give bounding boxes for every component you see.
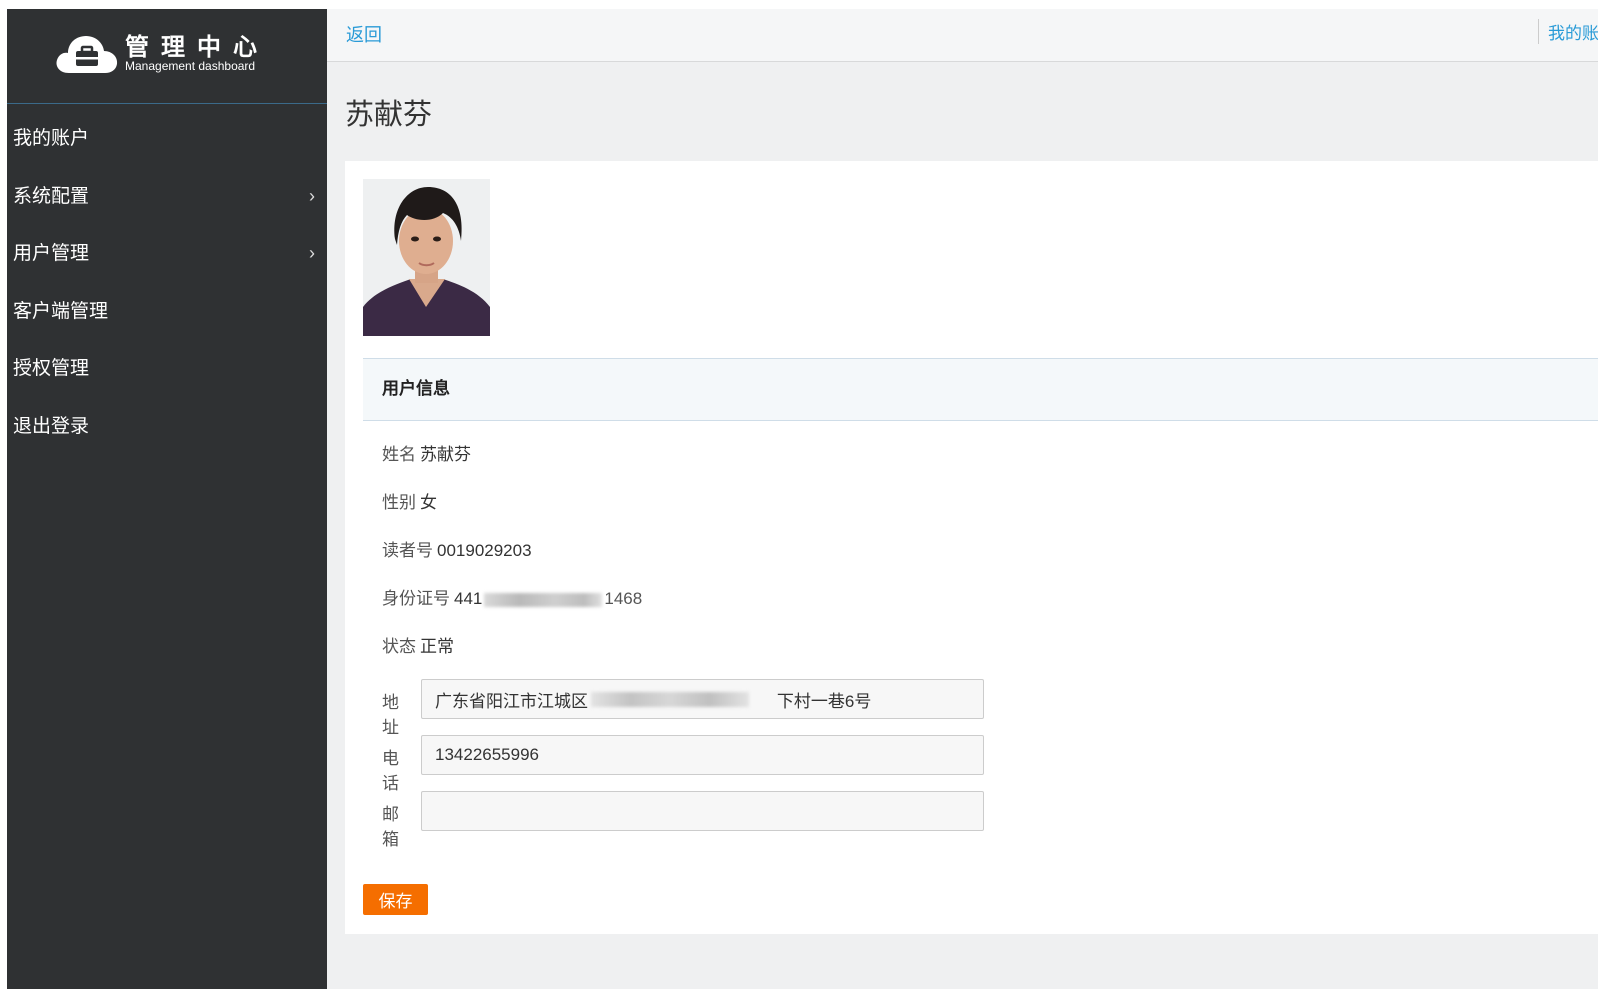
status-value: 正常 xyxy=(420,637,454,656)
brand-subtitle: Management dashboard xyxy=(125,59,256,73)
name-label: 姓名 xyxy=(382,445,416,464)
sidebar-nav: 我的账户 系统配置 › 用户管理 › 客户端管理 授权管理 退出登录 xyxy=(7,110,327,455)
sidebar-item-client-management[interactable]: 客户端管理 xyxy=(7,283,327,341)
status-label: 状态 xyxy=(382,637,416,656)
portrait-image xyxy=(363,179,490,336)
id-number-label: 身份证号 xyxy=(382,589,450,608)
reader-number-label: 读者号 xyxy=(382,541,433,560)
sidebar-item-logout[interactable]: 退出登录 xyxy=(7,398,327,456)
reader-number-value: 0019029203 xyxy=(437,541,532,560)
phone-label: 电话 xyxy=(382,749,399,793)
sidebar-item-label: 授权管理 xyxy=(13,358,90,379)
name-value: 苏献芬 xyxy=(420,445,471,464)
sidebar-item-label: 我的账户 xyxy=(13,128,90,149)
main-content: 返回 我的账户 苏献芬 用户信息 姓名苏献芬 性别女 读者号00 xyxy=(327,9,1598,989)
id-number-prefix: 441 xyxy=(454,589,483,608)
redacted-blur xyxy=(484,592,603,607)
sidebar-item-label: 客户端管理 xyxy=(13,300,109,322)
sidebar-item-label: 系统配置 xyxy=(13,185,90,207)
sidebar-item-label: 退出登录 xyxy=(13,415,90,437)
sidebar-item-my-account[interactable]: 我的账户 xyxy=(7,110,327,168)
id-number-suffix: 1468 xyxy=(604,589,643,608)
phone-input[interactable] xyxy=(421,735,984,775)
sidebar-item-user-management[interactable]: 用户管理 › xyxy=(7,225,327,283)
sidebar-item-system-config[interactable]: 系统配置 › xyxy=(7,168,327,226)
name-row: 姓名 苏献芬 xyxy=(382,440,471,465)
address-input[interactable] xyxy=(421,679,984,719)
back-link[interactable]: 返回 xyxy=(346,21,382,47)
save-button[interactable]: 保存 xyxy=(363,884,428,915)
chevron-right-icon: › xyxy=(309,243,315,263)
user-photo xyxy=(363,179,490,336)
top-bar: 返回 我的账户 xyxy=(327,9,1598,62)
my-account-link[interactable]: 我的账户 xyxy=(1538,19,1598,44)
id-number-row: 身份证号 441 1468 xyxy=(382,584,642,609)
gender-label: 性别 xyxy=(382,493,416,512)
sidebar-item-label: 用户管理 xyxy=(13,243,90,264)
gender-row: 性别女 xyxy=(382,488,437,513)
logo: 管理中心 Management dashboard xyxy=(7,9,327,104)
reader-number-row: 读者号 0019029203 xyxy=(382,536,532,561)
email-input[interactable] xyxy=(421,791,984,831)
sidebar: 管理中心 Management dashboard 我的账户 系统配置 › 用户… xyxy=(7,9,327,989)
chevron-right-icon: › xyxy=(309,185,315,206)
page-title: 苏献芬 xyxy=(345,99,433,131)
brand-title: 管理中心 xyxy=(125,34,269,61)
address-label: 地址 xyxy=(382,693,399,737)
user-info-header: 用户信息 xyxy=(363,358,1598,421)
user-detail-card: 用户信息 姓名 苏献芬 性别女 读者号 0019029203 身份证号 441 1468… xyxy=(345,161,1598,934)
status-row: 状态 正常 xyxy=(382,632,454,657)
sidebar-item-authorization[interactable]: 授权管理 xyxy=(7,340,327,398)
gender-value: 女 xyxy=(420,493,437,512)
cloud-briefcase-icon xyxy=(56,36,118,73)
email-label: 邮箱 xyxy=(382,805,399,849)
